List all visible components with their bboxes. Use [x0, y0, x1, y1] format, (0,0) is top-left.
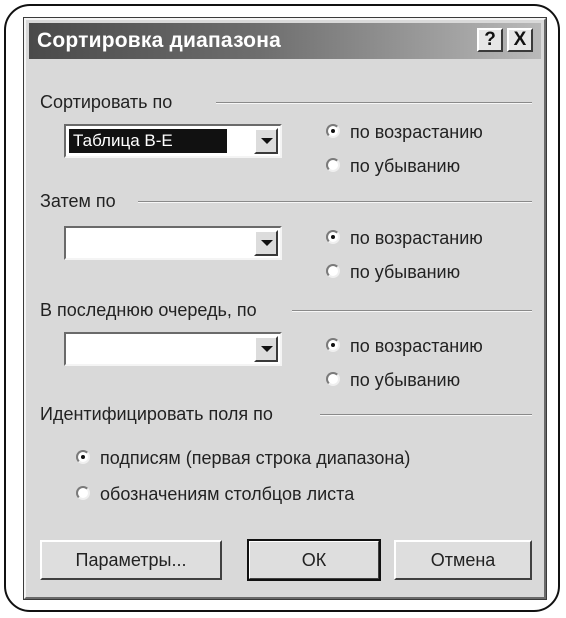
then-by-dropdown-button[interactable] — [254, 230, 278, 256]
section-divider — [320, 414, 532, 416]
sort-range-dialog: Сортировка диапазона ? X Сортировать по … — [23, 17, 547, 600]
radio-indicator — [326, 230, 340, 244]
then-by-combo[interactable] — [64, 226, 282, 260]
sort-by-dropdown-button[interactable] — [254, 128, 278, 154]
radio-indicator — [76, 486, 90, 500]
radio-indicator — [326, 158, 340, 172]
radio-indicator — [76, 450, 90, 464]
sort-by-combo-value: Таблица B-E — [69, 129, 227, 153]
identify-headers-label: подписям (первая строка диапазона) — [100, 448, 411, 468]
chevron-down-icon — [261, 346, 273, 352]
sort-by-combo[interactable]: Таблица B-E — [64, 124, 282, 158]
last-by-ascending-label: по возрастанию — [350, 336, 483, 356]
close-button[interactable]: X — [507, 28, 533, 52]
radio-indicator — [326, 338, 340, 352]
identify-columns-label: обозначениям столбцов листа — [100, 484, 355, 504]
radio-indicator — [326, 372, 340, 386]
radio-indicator — [326, 124, 340, 138]
last-by-combo[interactable] — [64, 332, 282, 366]
chevron-down-icon — [261, 240, 273, 246]
identify-label: Идентифицировать поля по — [40, 403, 281, 425]
chevron-down-icon — [261, 138, 273, 144]
sort-by-descending-label: по убыванию — [350, 156, 461, 176]
last-by-descending-label: по убыванию — [350, 370, 461, 390]
parameters-button[interactable]: Параметры... — [40, 540, 222, 580]
then-by-descending-label: по убыванию — [350, 262, 461, 282]
section-divider — [292, 310, 532, 312]
then-by-label: Затем по — [40, 190, 124, 212]
section-divider — [138, 201, 532, 203]
help-button[interactable]: ? — [477, 28, 503, 52]
radio-indicator — [326, 264, 340, 278]
ok-button[interactable]: ОК — [247, 539, 381, 581]
dialog-title: Сортировка диапазона — [37, 29, 281, 52]
sort-by-label: Сортировать по — [40, 91, 181, 113]
sort-by-ascending-label: по возрастанию — [350, 122, 483, 142]
section-divider — [216, 102, 532, 104]
then-by-ascending-label: по возрастанию — [350, 228, 483, 248]
last-by-dropdown-button[interactable] — [254, 336, 278, 362]
title-bar: Сортировка диапазона ? X — [29, 23, 541, 59]
last-by-label: В последнюю очередь, по — [40, 299, 265, 321]
cancel-button[interactable]: Отмена — [394, 540, 532, 580]
